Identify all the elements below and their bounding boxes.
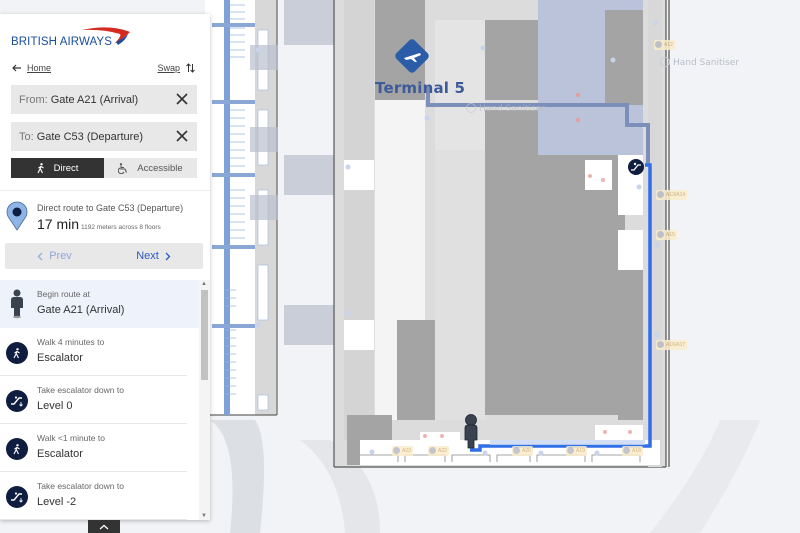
step-pager: Prev Next [5,243,203,269]
walkway-shape [210,420,264,533]
terminal-label: Terminal 5 [375,79,466,97]
gate-label[interactable]: A13/A14 [656,190,688,200]
brand-logo-text: BRITISH AIRWAYS [11,36,112,48]
chevron-right-icon [165,252,171,260]
scroll-up-arrow-icon[interactable]: ▲ [201,281,207,287]
route-step[interactable]: Walk <1 minute to Escalator [0,424,187,472]
next-button[interactable]: Next [104,243,203,269]
gate-label[interactable]: A12 [654,40,675,50]
escalator-down-icon [6,486,28,508]
wheelchair-icon [118,162,128,174]
arrow-left-icon [12,64,21,72]
gate-label[interactable]: A15 [656,230,677,240]
gate-label[interactable]: A16/A17 [656,340,688,350]
route-summary: Direct route to Gate C53 (Departure) 17 … [0,197,210,237]
route-step[interactable]: Walk 4 minutes to Escalator [0,328,187,376]
escalator-down-icon [6,390,28,412]
escalator-marker-icon[interactable] [628,159,644,175]
poi-label-hand-sanitiser: Hand Sanitiser [660,57,739,68]
to-field[interactable]: To: Gate C53 (Departure) [11,122,197,151]
gate-label[interactable]: A22 [428,446,449,456]
bridges [284,0,334,345]
route-step[interactable]: Take escalator down to Level -2 [0,472,187,520]
gate-label[interactable]: A20 [512,446,533,456]
walking-icon [6,438,28,460]
clear-to-icon[interactable] [175,129,189,143]
route-duration: 17 min 1192 meters across 8 floors [37,216,161,232]
destination-pin-icon [6,201,28,231]
swap-arrows-icon [186,63,195,73]
chevron-left-icon [37,252,43,260]
mode-accessible-button[interactable]: Accessible [104,158,197,178]
swap-link[interactable]: Swap [157,63,195,73]
walking-person-icon [37,162,44,173]
gate-label[interactable]: A23 [392,446,413,456]
route-step[interactable]: Take escalator down to Level 0 [0,376,187,424]
home-link[interactable]: Home [12,63,51,73]
directions-panel: BRITISH AIRWAYS Home Swap From: Gate A21… [0,14,210,520]
scroll-down-arrow-icon[interactable]: ▼ [201,513,207,519]
from-field[interactable]: From: Gate A21 (Arrival) [11,85,197,114]
mode-direct-button[interactable]: Direct [11,158,104,178]
divider [0,190,210,191]
route-steps-list[interactable]: Begin route at Gate A21 (Arrival) Walk 4… [0,280,199,520]
expand-panel-button[interactable] [88,520,120,533]
poi-label-hand-sanitiser: Hand Sanitiser [466,103,545,114]
route-mode-toggle: Direct Accessible [11,158,197,178]
gate-label[interactable]: A18 [622,446,643,456]
person-marker-icon [11,289,23,319]
route-step[interactable]: Begin route at Gate A21 (Arrival) [0,280,199,328]
chevron-up-icon [99,524,109,529]
steps-scrollbar[interactable]: ▲ ▼ [199,280,210,520]
route-distance: 1192 meters across 8 floors [81,224,161,231]
clear-from-icon[interactable] [175,92,189,106]
nav-row: Home Swap [12,63,197,77]
walking-icon [6,342,28,364]
gate-label[interactable]: A19 [566,446,587,456]
prev-button[interactable]: Prev [5,243,104,269]
scrollbar-thumb[interactable] [201,290,208,380]
route-summary-title: Direct route to Gate C53 (Departure) [37,203,184,213]
